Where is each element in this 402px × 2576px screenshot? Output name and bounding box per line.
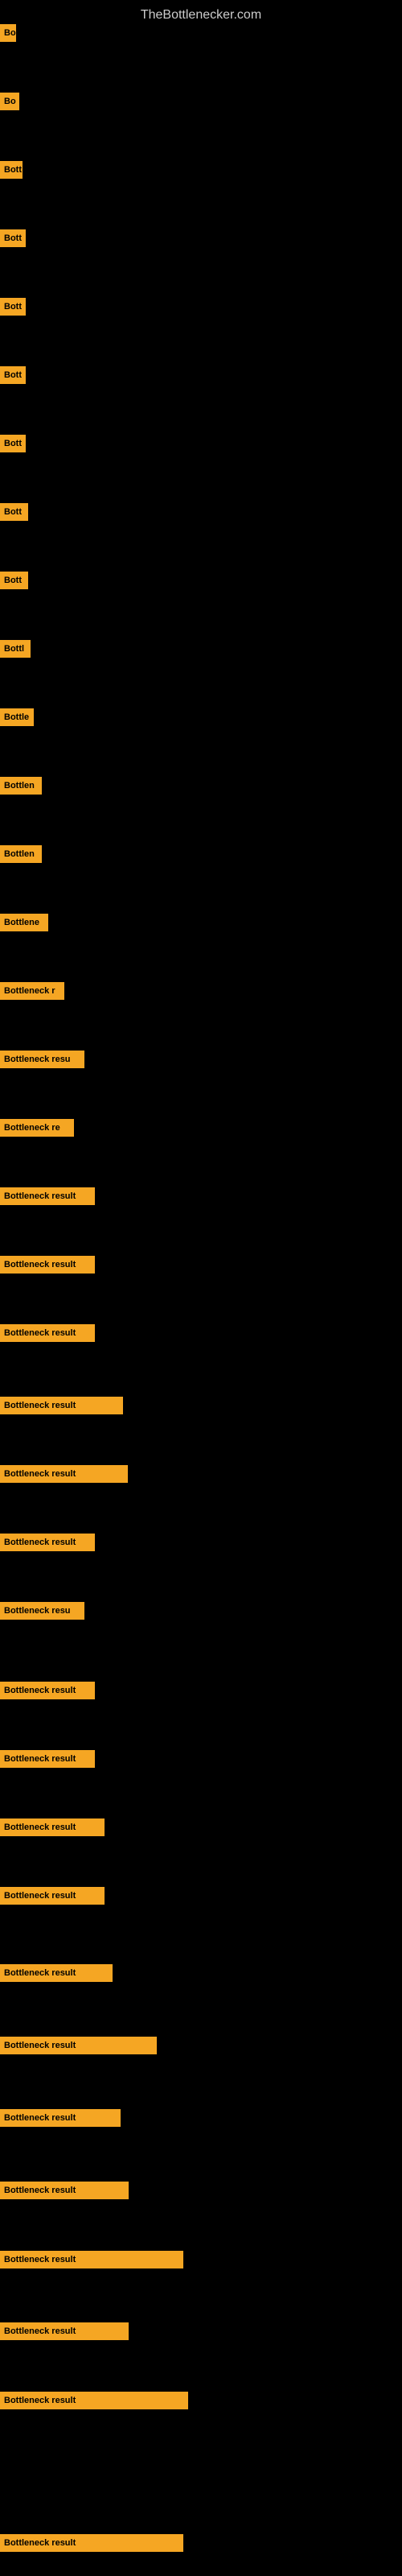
list-item: Bottleneck result: [0, 2534, 183, 2556]
bottleneck-label: Bottleneck result: [0, 1750, 95, 1768]
bottleneck-label: Bottleneck result: [0, 2037, 157, 2054]
bottleneck-label: Bottleneck result: [0, 1682, 95, 1699]
list-item: Bottleneck resu: [0, 1051, 84, 1072]
bottleneck-label: Bott: [0, 366, 26, 384]
list-item: Bottleneck result: [0, 1324, 95, 1346]
bottleneck-label: Bottleneck result: [0, 1256, 95, 1274]
list-item: Bottl: [0, 640, 31, 662]
bottleneck-label: Bott: [0, 435, 26, 452]
list-item: Bottleneck r: [0, 982, 64, 1004]
list-item: Bottleneck result: [0, 2392, 188, 2413]
bottleneck-label: Bottlen: [0, 777, 42, 795]
list-item: Bott: [0, 572, 28, 593]
list-item: Bo: [0, 24, 16, 46]
site-title: TheBottlenecker.com: [0, 2, 402, 26]
bottleneck-label: Bottleneck resu: [0, 1051, 84, 1068]
bottleneck-label: Bo: [0, 24, 16, 42]
list-item: Bott: [0, 298, 26, 320]
list-item: Bottleneck result: [0, 1682, 95, 1703]
bottleneck-label: Bottl: [0, 640, 31, 658]
list-item: Bottleneck re: [0, 1119, 74, 1141]
bottleneck-label: Bottleneck result: [0, 2109, 121, 2127]
list-item: Bottlene: [0, 914, 48, 935]
list-item: Bott: [0, 435, 26, 456]
bottleneck-label: Bottlene: [0, 914, 48, 931]
bottleneck-label: Bott: [0, 572, 28, 589]
list-item: Bottleneck result: [0, 1256, 95, 1278]
bottleneck-label: Bottleneck result: [0, 1397, 123, 1414]
bottleneck-label: Bottleneck result: [0, 2322, 129, 2340]
bottleneck-label: Bottle: [0, 708, 34, 726]
list-item: Bottleneck result: [0, 1818, 105, 1840]
bottleneck-label: Bottleneck r: [0, 982, 64, 1000]
list-item: Bott: [0, 229, 26, 251]
list-item: Bottleneck result: [0, 1887, 105, 1909]
bottleneck-label: Bottleneck result: [0, 1187, 95, 1205]
bottleneck-label: Bott: [0, 229, 26, 247]
list-item: Bottleneck result: [0, 2109, 121, 2131]
list-item: Bottleneck result: [0, 1397, 123, 1418]
list-item: Bott: [0, 366, 26, 388]
bottleneck-label: Bottleneck result: [0, 2182, 129, 2199]
list-item: Bottleneck result: [0, 2182, 129, 2203]
bottleneck-label: Bottleneck result: [0, 1324, 95, 1342]
list-item: Bottlen: [0, 845, 42, 867]
list-item: Bottleneck result: [0, 1750, 95, 1772]
list-item: Bottleneck result: [0, 1187, 95, 1209]
list-item: Bottleneck result: [0, 1534, 95, 1555]
bottleneck-label: Bottleneck result: [0, 1465, 128, 1483]
bottleneck-label: Bottleneck result: [0, 1534, 95, 1551]
rows-container: Bo Bo Bott Bott Bott Bott Bott Bott Bott Bottl Bot…: [0, 24, 402, 2576]
bottleneck-label: Bott: [0, 161, 23, 179]
bottleneck-label: Bottleneck result: [0, 2534, 183, 2552]
list-item: Bottleneck resu: [0, 1602, 84, 1624]
bottleneck-label: Bottleneck result: [0, 2251, 183, 2268]
bottleneck-label: Bottleneck result: [0, 1818, 105, 1836]
list-item: Bo: [0, 93, 19, 114]
list-item: Bottlen: [0, 777, 42, 799]
bottleneck-label: Bott: [0, 503, 28, 521]
bottleneck-label: Bottleneck result: [0, 1964, 113, 1982]
bottleneck-label: Bottleneck result: [0, 2392, 188, 2409]
list-item: Bottleneck result: [0, 2322, 129, 2344]
list-item: Bottleneck result: [0, 2037, 157, 2058]
bottleneck-label: Bott: [0, 298, 26, 316]
bottleneck-label: Bo: [0, 93, 19, 110]
list-item: Bottleneck result: [0, 1964, 113, 1986]
list-item: Bottleneck result: [0, 2251, 183, 2273]
list-item: Bottleneck result: [0, 1465, 128, 1487]
list-item: Bott: [0, 503, 28, 525]
bottleneck-label: Bottleneck re: [0, 1119, 74, 1137]
bottleneck-label: Bottleneck resu: [0, 1602, 84, 1620]
list-item: Bott: [0, 161, 23, 183]
bottleneck-label: Bottleneck result: [0, 1887, 105, 1905]
list-item: Bottle: [0, 708, 34, 730]
bottleneck-label: Bottlen: [0, 845, 42, 863]
